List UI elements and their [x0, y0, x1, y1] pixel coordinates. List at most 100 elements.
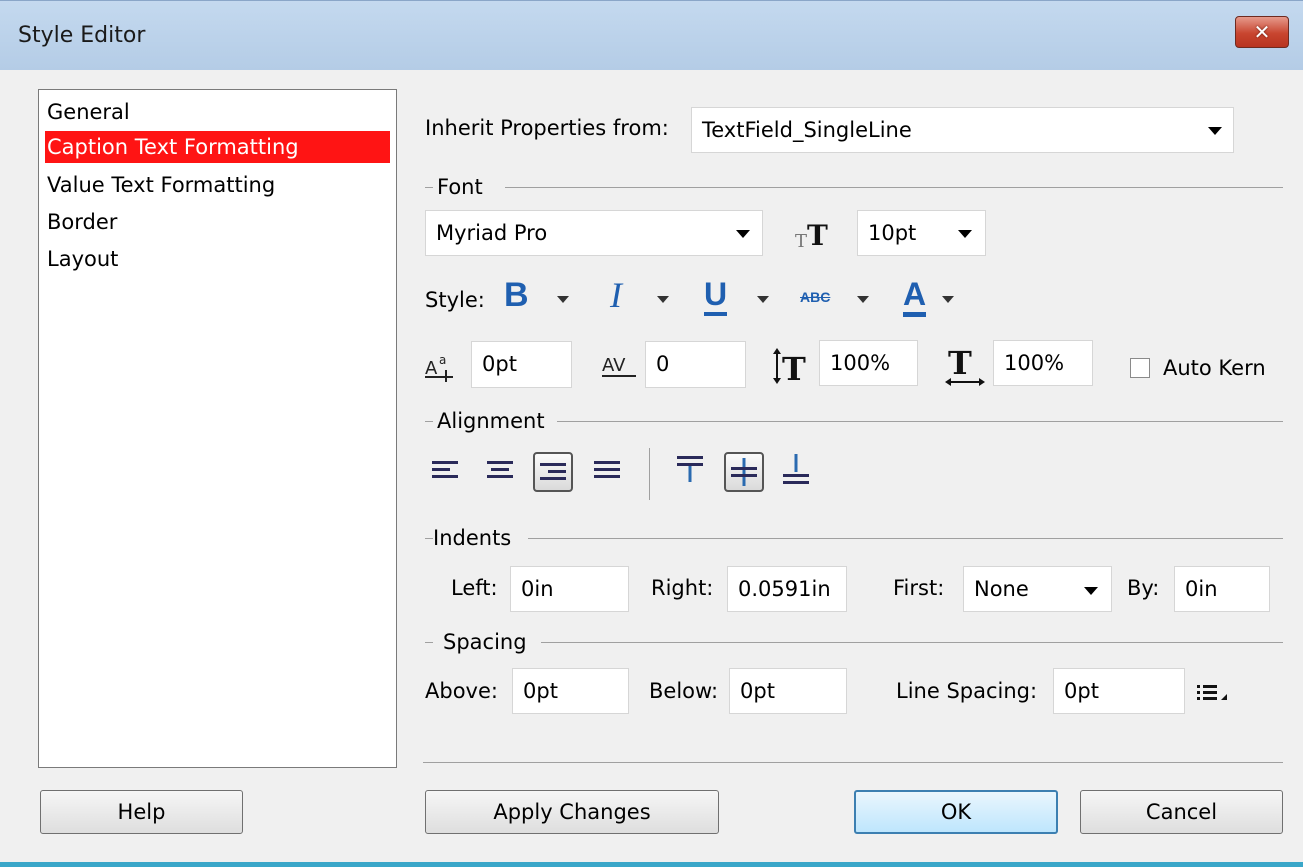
text-color-icon: A: [903, 276, 927, 312]
auto-kern-checkbox[interactable]: [1130, 358, 1150, 378]
font-size-icon: T T: [795, 219, 828, 251]
spacing-below-field[interactable]: 0pt: [729, 668, 847, 714]
category-item-caption-text-formatting[interactable]: Caption Text Formatting: [45, 131, 390, 163]
chevron-down-icon: [1084, 587, 1098, 595]
valign-top-icon[interactable]: [677, 454, 707, 486]
alignment-section-title: Alignment: [437, 409, 545, 433]
cancel-button[interactable]: Cancel: [1080, 790, 1283, 834]
indent-right-field[interactable]: 0.0591in: [727, 566, 847, 612]
title-bar[interactable]: Style Editor ✕: [0, 0, 1303, 71]
svg-text:A: A: [425, 358, 438, 379]
text-color-button[interactable]: A: [903, 276, 927, 317]
italic-button[interactable]: I: [610, 274, 622, 316]
font-size-dropdown[interactable]: 10pt: [857, 210, 986, 256]
baseline-shift-field[interactable]: 0pt: [471, 341, 572, 388]
svg-text:T: T: [948, 344, 972, 382]
vertical-scale-field[interactable]: 100%: [819, 340, 918, 386]
horizontal-scale-field[interactable]: 100%: [993, 340, 1093, 386]
section-divider: [425, 538, 433, 539]
category-list[interactable]: General Caption Text Formatting Value Te…: [38, 89, 397, 768]
indent-left-field[interactable]: 0in: [510, 566, 629, 612]
horizontal-scale-value: 100%: [1004, 351, 1065, 375]
indent-by-value: 0in: [1185, 577, 1218, 601]
font-family-value: Myriad Pro: [436, 221, 548, 245]
inherit-dropdown[interactable]: TextField_SingleLine: [691, 107, 1234, 153]
align-justify-icon[interactable]: [594, 458, 624, 484]
underline-menu-arrow[interactable]: [757, 296, 769, 303]
font-section-title: Font: [437, 175, 483, 199]
strikethrough-menu-arrow[interactable]: [857, 296, 869, 303]
indent-by-label: By:: [1127, 576, 1160, 600]
font-size-value: 10pt: [868, 221, 917, 245]
underline-button[interactable]: U: [704, 276, 728, 316]
bold-button[interactable]: B: [504, 276, 529, 315]
close-icon: ✕: [1253, 20, 1271, 44]
bold-icon: B: [504, 276, 529, 314]
spacing-below-value: 0pt: [740, 679, 775, 703]
inherit-label: Inherit Properties from:: [425, 116, 669, 140]
apply-changes-button[interactable]: Apply Changes: [425, 790, 719, 834]
spacing-above-field[interactable]: 0pt: [512, 668, 629, 714]
kerning-icon: AV: [602, 355, 636, 377]
close-button[interactable]: ✕: [1235, 16, 1289, 48]
bold-menu-arrow[interactable]: [557, 296, 569, 303]
inherit-value: TextField_SingleLine: [702, 118, 912, 142]
text-color-menu-arrow[interactable]: [942, 296, 954, 303]
section-divider: [425, 187, 433, 188]
chevron-down-icon: [1208, 127, 1222, 135]
section-divider: [425, 642, 433, 643]
svg-text:T: T: [782, 350, 806, 386]
indent-left-value: 0in: [521, 577, 554, 601]
strikethrough-button[interactable]: ABC: [800, 289, 830, 305]
indent-right-value: 0.0591in: [738, 577, 831, 601]
indent-first-value: None: [974, 577, 1029, 601]
category-item-value-text-formatting[interactable]: Value Text Formatting: [45, 169, 390, 201]
window-title: Style Editor: [18, 23, 146, 48]
line-spacing-value: 0pt: [1064, 679, 1099, 703]
font-family-dropdown[interactable]: Myriad Pro: [425, 210, 763, 256]
indent-right-label: Right:: [651, 576, 714, 600]
align-left-icon[interactable]: [432, 458, 462, 484]
valign-middle-button[interactable]: [724, 452, 764, 492]
valign-middle-icon: [731, 458, 757, 486]
vertical-scale-icon: T: [773, 348, 806, 386]
help-button[interactable]: Help: [40, 790, 243, 834]
align-right-icon: [540, 463, 566, 480]
spacing-above-label: Above:: [425, 679, 498, 703]
style-label: Style:: [425, 288, 485, 312]
indent-first-dropdown[interactable]: None: [963, 566, 1112, 612]
kerning-value: 0: [656, 352, 670, 376]
bottom-divider: [423, 762, 1283, 763]
align-right-button[interactable]: [533, 452, 573, 492]
line-spacing-label: Line Spacing:: [896, 679, 1038, 703]
chevron-down-icon: [958, 230, 972, 238]
section-divider: [541, 642, 1283, 643]
align-center-icon[interactable]: [487, 458, 517, 484]
auto-kern-label: Auto Kern: [1163, 356, 1266, 380]
list-menu-icon[interactable]: [1197, 682, 1229, 706]
svg-text:T: T: [795, 231, 807, 251]
baseline-shift-value: 0pt: [482, 352, 517, 376]
line-spacing-field[interactable]: 0pt: [1053, 668, 1185, 714]
kerning-field[interactable]: 0: [645, 341, 746, 388]
category-item-border[interactable]: Border: [45, 206, 390, 238]
spacing-section-title: Spacing: [443, 630, 527, 654]
indent-by-field[interactable]: 0in: [1174, 566, 1270, 612]
baseline-shift-icon: A a: [425, 353, 453, 382]
window-bottom-border: [0, 862, 1303, 867]
underline-icon: U: [704, 276, 728, 312]
section-divider: [425, 421, 433, 422]
chevron-down-icon: [736, 230, 750, 238]
svg-text:T: T: [807, 219, 828, 251]
category-item-general[interactable]: General: [45, 96, 390, 128]
italic-icon: I: [610, 275, 622, 315]
indents-section-title: Indents: [433, 526, 512, 550]
section-divider: [528, 538, 1283, 539]
section-divider: [557, 421, 1283, 422]
strikethrough-icon: ABC: [800, 289, 831, 305]
italic-menu-arrow[interactable]: [657, 296, 669, 303]
ok-button[interactable]: OK: [854, 790, 1058, 834]
category-item-layout[interactable]: Layout: [45, 243, 390, 275]
spacing-above-value: 0pt: [523, 679, 558, 703]
valign-bottom-icon[interactable]: [783, 454, 813, 488]
